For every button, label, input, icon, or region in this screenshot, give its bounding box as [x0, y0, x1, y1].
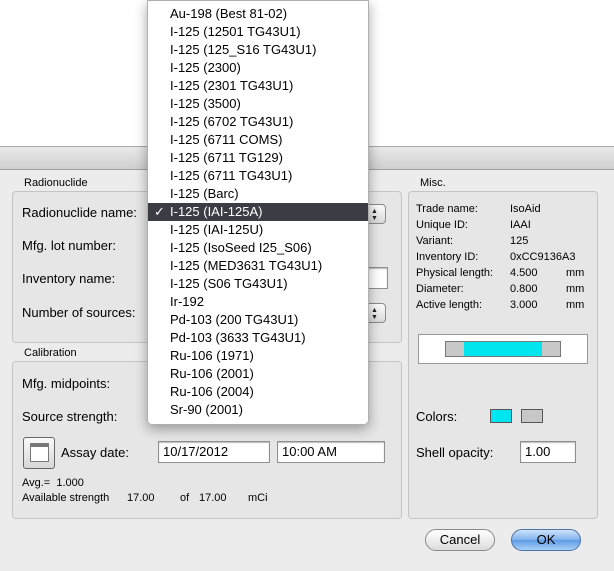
assay-date-field[interactable]: 10/17/2012 [158, 441, 270, 463]
radionuclide-group-title: Radionuclide [24, 177, 88, 189]
misc-value: 0xCC9136A3 [510, 251, 576, 263]
assay-date-label: Assay date: [61, 445, 129, 460]
misc-value: IAAI [510, 219, 531, 231]
menu-item-i125-6711-coms[interactable]: I-125 (6711 COMS) [148, 131, 368, 149]
number-of-sources-label: Number of sources: [22, 305, 136, 320]
misc-unit: mm [566, 283, 585, 295]
menu-item-ru106-2001[interactable]: Ru-106 (2001) [148, 365, 368, 383]
total-strength-value: 17.00 [199, 492, 227, 504]
menu-item-i125-med3631[interactable]: I-125 (MED3631 TG43U1) [148, 257, 368, 275]
misc-label: Inventory ID: [416, 251, 479, 263]
menu-item-i125-s06[interactable]: I-125 (S06 TG43U1) [148, 275, 368, 293]
active-color-swatch[interactable] [490, 409, 512, 423]
menu-item-i125-6711-tg129[interactable]: I-125 (6711 TG129) [148, 149, 368, 167]
menu-item-i125-2301[interactable]: I-125 (2301 TG43U1) [148, 77, 368, 95]
menu-item-pd103-3633[interactable]: Pd-103 (3633 TG43U1) [148, 329, 368, 347]
radionuclide-name-label: Radionuclide name: [22, 205, 137, 220]
mfg-midpoints-label: Mfg. midpoints: [22, 376, 111, 391]
menu-item-sr90-2001[interactable]: Sr-90 (2001) [148, 401, 368, 419]
misc-value: 0.800 [510, 283, 538, 295]
menu-item-ir-192[interactable]: Ir-192 [148, 293, 368, 311]
shell-color-swatch[interactable] [521, 409, 543, 423]
misc-label: Active length: [416, 299, 483, 311]
available-strength-value: 17.00 [127, 492, 155, 504]
available-strength-label: Available strength [22, 492, 110, 504]
average-text: Avg.= 1.000 [22, 477, 84, 489]
menu-item-ru106-1971[interactable]: Ru-106 (1971) [148, 347, 368, 365]
menu-item-i125-iai-125u[interactable]: I-125 (IAI-125U) [148, 221, 368, 239]
inventory-name-field[interactable] [366, 267, 388, 289]
of-label: of [180, 492, 190, 504]
menu-item-i125-2300[interactable]: I-125 (2300) [148, 59, 368, 77]
shell-opacity-label: Shell opacity: [416, 445, 494, 460]
checkmark-icon: ✓ [154, 204, 165, 219]
menu-item-i125-iai-125a[interactable]: ✓ I-125 (IAI-125A) [148, 203, 368, 221]
inventory-name-label: Inventory name: [22, 271, 116, 286]
menu-item-i125-isoseed[interactable]: I-125 (IsoSeed I25_S06) [148, 239, 368, 257]
colors-label: Colors: [416, 409, 458, 424]
menu-item-ru106-2004[interactable]: Ru-106 (2004) [148, 383, 368, 401]
cancel-button[interactable]: Cancel [425, 529, 495, 551]
seed-active-region [464, 342, 542, 356]
misc-value: 4.500 [510, 267, 538, 279]
seed-preview [418, 334, 588, 364]
strength-unit: mCi [248, 492, 268, 504]
calendar-button[interactable] [23, 437, 55, 469]
misc-label: Physical length: [416, 267, 494, 279]
calibration-group-title: Calibration [24, 347, 77, 359]
shell-opacity-field[interactable]: 1.00 [520, 441, 576, 463]
radionuclide-dropdown-menu: Au-198 (Best 81-02) I-125 (12501 TG43U1)… [147, 0, 369, 425]
menu-item-i125-3500[interactable]: I-125 (3500) [148, 95, 368, 113]
menu-item-au-198[interactable]: Au-198 (Best 81-02) [148, 5, 368, 23]
misc-value: IsoAid [510, 203, 541, 215]
assay-time-field[interactable]: 10:00 AM [277, 441, 385, 463]
mfg-lot-label: Mfg. lot number: [22, 238, 116, 253]
ok-button[interactable]: OK [511, 529, 581, 551]
menu-item-i125-6711-tg43u1[interactable]: I-125 (6711 TG43U1) [148, 167, 368, 185]
menu-item-i125-6702[interactable]: I-125 (6702 TG43U1) [148, 113, 368, 131]
misc-group-title: Misc. [420, 177, 446, 189]
seed-shell [445, 341, 561, 357]
misc-label: Unique ID: [416, 219, 468, 231]
misc-label: Diameter: [416, 283, 464, 295]
menu-item-i125-125s16[interactable]: I-125 (125_S16 TG43U1) [148, 41, 368, 59]
calendar-icon [30, 443, 49, 462]
source-strength-label: Source strength: [22, 409, 118, 424]
misc-label: Trade name: [416, 203, 478, 215]
misc-unit: mm [566, 267, 585, 279]
menu-item-i125-barc[interactable]: I-125 (Barc) [148, 185, 368, 203]
misc-unit: mm [566, 299, 585, 311]
misc-value: 125 [510, 235, 529, 247]
misc-value: 3.000 [510, 299, 538, 311]
misc-label: Variant: [416, 235, 454, 247]
menu-item-i125-12501[interactable]: I-125 (12501 TG43U1) [148, 23, 368, 41]
menu-item-pd103-200[interactable]: Pd-103 (200 TG43U1) [148, 311, 368, 329]
